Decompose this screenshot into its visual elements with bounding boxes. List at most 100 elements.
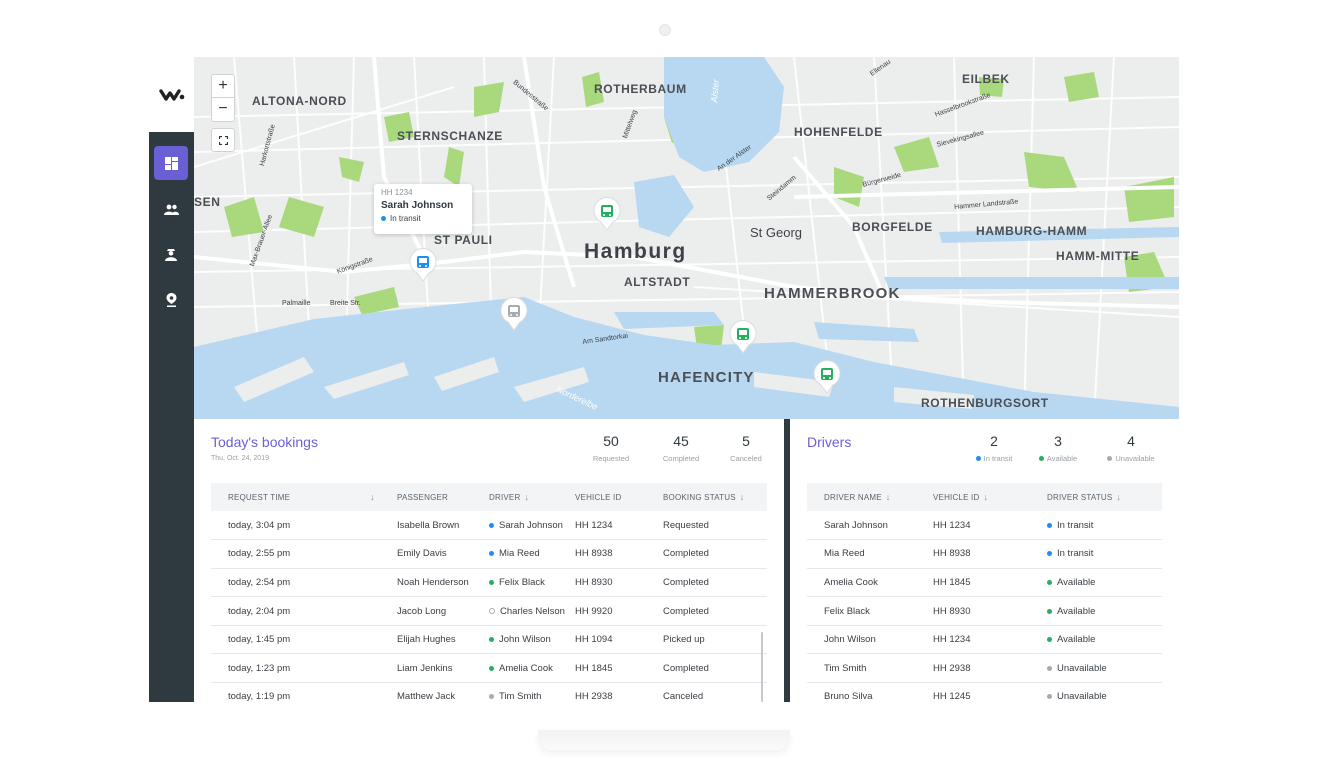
stat-label: Completed: [662, 454, 700, 463]
stat-value: 2: [990, 433, 998, 449]
vehicle-marker-available[interactable]: [592, 196, 622, 236]
drivers-table: DRIVER NAME ↓ VEHICLE ID ↓ DRIVER STATUS ↓ …: [807, 483, 1162, 702]
nav-locations-button[interactable]: [154, 283, 188, 317]
device-stand: [538, 730, 790, 750]
zoom-out-button[interactable]: −: [212, 98, 234, 120]
table-row[interactable]: today, 2:55 pm Emily Davis Mia Reed HH 8938…: [211, 540, 767, 569]
nav-passengers-button[interactable]: [154, 192, 188, 226]
passenger-cell: Matthew Jack: [397, 691, 456, 702]
driver-status-dot-icon: [1047, 608, 1052, 614]
available-dot-icon: [1038, 456, 1044, 461]
driver-cell: John Wilson: [489, 625, 575, 654]
stat-value: 4: [1127, 433, 1135, 449]
driver-status-cell: In transit: [1047, 511, 1162, 540]
map-label: EILBEK: [962, 72, 1010, 86]
sidebar: [149, 57, 194, 702]
sort-down-icon[interactable]: ↓: [1116, 492, 1121, 502]
table-row[interactable]: today, 3:04 pm Isabella Brown Sarah Johnso…: [211, 511, 767, 540]
sort-down-icon[interactable]: ↓: [886, 492, 891, 502]
passenger-cell: Emily Davis: [397, 548, 447, 560]
driver-name-cell: Sarah Johnson: [824, 519, 888, 531]
map-label: SEN: [194, 195, 221, 209]
driver-cell: Sarah Johnson: [489, 511, 575, 540]
vehicle-id-cell: HH 1234: [575, 519, 613, 531]
table-header: REQUEST TIME ↓ PASSENGER DRIVER ↓ VEHICLE …: [211, 483, 767, 511]
column-header-driver-name[interactable]: DRIVER NAME ↓: [807, 483, 933, 511]
driver-name-cell: Mia Reed: [824, 548, 865, 560]
sort-down-icon[interactable]: ↓: [370, 492, 375, 502]
column-label: BOOKING STATUS: [663, 493, 736, 502]
device-camera: [659, 24, 671, 36]
passenger-cell: Isabella Brown: [397, 519, 460, 531]
sort-down-icon[interactable]: ↓: [983, 492, 988, 502]
vehicle-id-cell: HH 1845: [933, 576, 971, 588]
table-row[interactable]: today, 1:23 pm Liam Jenkins Amelia Cook HH …: [211, 654, 767, 683]
vehicle-marker-available[interactable]: [812, 359, 842, 399]
column-header-booking-status[interactable]: BOOKING STATUS ↓: [663, 483, 767, 511]
driver-status-dot-icon: [1047, 579, 1052, 585]
driver-status-cell: Available: [1047, 597, 1162, 626]
stat-label-text: Unavailable: [1115, 454, 1155, 463]
scrollbar-thumb[interactable]: [761, 632, 763, 702]
popup-driver-name: Sarah Johnson: [381, 200, 454, 211]
column-header-vehicle-id[interactable]: VEHICLE ID ↓: [933, 483, 1047, 511]
table-row[interactable]: today, 1:45 pm Elijah Hughes John Wilson HH…: [211, 625, 767, 654]
driver-status-cell: In transit: [1047, 540, 1162, 569]
city-map[interactable]: ALTONA-NORD STERNSCHANZE ROTHERBAUM HOHENFE…: [194, 57, 1179, 419]
stat-value: 45: [673, 433, 689, 449]
table-row[interactable]: today, 2:54 pm Noah Henderson Felix Black H…: [211, 568, 767, 597]
stat-value: 5: [742, 433, 750, 449]
table-row[interactable]: Felix Black HH 8930 Available: [807, 597, 1162, 626]
map-label: St Georg: [750, 225, 803, 240]
drivers-table-body: Sarah Johnson HH 1234 In transit Mia Reed HH…: [807, 511, 1162, 702]
vehicle-marker-in-transit[interactable]: [408, 247, 438, 287]
vehicle-marker-unavailable[interactable]: [499, 296, 529, 336]
stat-label: Unavailable: [1096, 454, 1166, 463]
vehicle-id-cell: HH 1234: [933, 634, 971, 646]
map-label: STERNSCHANZE: [397, 129, 503, 143]
vehicle-id-cell: HH 1845: [575, 662, 613, 674]
stat-unavailable: 4 Unavailable: [1096, 433, 1166, 463]
map-label: Hamburg: [584, 240, 687, 263]
vehicle-id-cell: HH 9920: [575, 605, 613, 617]
booking-status-cell: Completed: [663, 548, 709, 560]
stat-label: Available: [1028, 454, 1088, 463]
table-row[interactable]: John Wilson HH 1234 Available: [807, 625, 1162, 654]
driver-cell: Mia Reed: [489, 540, 575, 569]
table-row[interactable]: today, 2:04 pm Jacob Long Charles Nelson HH…: [211, 597, 767, 626]
column-header-driver-status[interactable]: DRIVER STATUS ↓: [1047, 483, 1162, 511]
table-row[interactable]: Sarah Johnson HH 1234 In transit: [807, 511, 1162, 540]
fullscreen-icon: [218, 135, 228, 145]
driver-status-cell: Available: [1047, 625, 1162, 654]
vehicle-marker-available[interactable]: [728, 319, 758, 359]
stat-label-text: Available: [1046, 454, 1078, 463]
sort-down-icon[interactable]: ↓: [524, 492, 529, 502]
column-header-passenger[interactable]: PASSENGER: [397, 483, 489, 511]
driver-status-cell: Unavailable: [1047, 683, 1162, 702]
driver-cell: Tim Smith: [489, 683, 575, 702]
table-row[interactable]: Mia Reed HH 8938 In transit: [807, 540, 1162, 569]
app-window: ALTONA-NORD STERNSCHANZE ROTHERBAUM HOHENFE…: [149, 57, 1179, 702]
drivers-title: Drivers: [807, 434, 852, 450]
driver-status-dot-icon: [489, 551, 494, 557]
fullscreen-button[interactable]: [211, 128, 235, 152]
nav-dashboard-button[interactable]: [154, 146, 188, 180]
map-label: ST PAULI: [434, 233, 493, 247]
booking-status-cell: Canceled: [663, 691, 704, 702]
column-header-vehicle-id[interactable]: VEHICLE ID: [575, 483, 663, 511]
vehicle-id-cell: HH 8930: [933, 605, 971, 617]
driver-cell: Felix Black: [489, 568, 575, 597]
table-row[interactable]: today, 1:19 pm Matthew Jack Tim Smith HH 29…: [211, 683, 767, 702]
column-header-request-time[interactable]: REQUEST TIME ↓: [211, 483, 397, 511]
sort-down-icon[interactable]: ↓: [740, 492, 745, 502]
driver-status-dot-icon: [489, 522, 494, 528]
table-row[interactable]: Tim Smith HH 2938 Unavailable: [807, 654, 1162, 683]
column-header-driver[interactable]: DRIVER ↓: [489, 483, 575, 511]
table-row[interactable]: Amelia Cook HH 1845 Available: [807, 568, 1162, 597]
nav-drivers-button[interactable]: [154, 237, 188, 271]
vehicle-id-cell: HH 1245: [933, 691, 971, 702]
unavailable-dot-icon: [1107, 456, 1113, 461]
table-row[interactable]: Bruno Silva HH 1245 Unavailable: [807, 683, 1162, 702]
stat-requested: 50 Requested: [576, 433, 646, 463]
zoom-in-button[interactable]: +: [212, 75, 234, 98]
